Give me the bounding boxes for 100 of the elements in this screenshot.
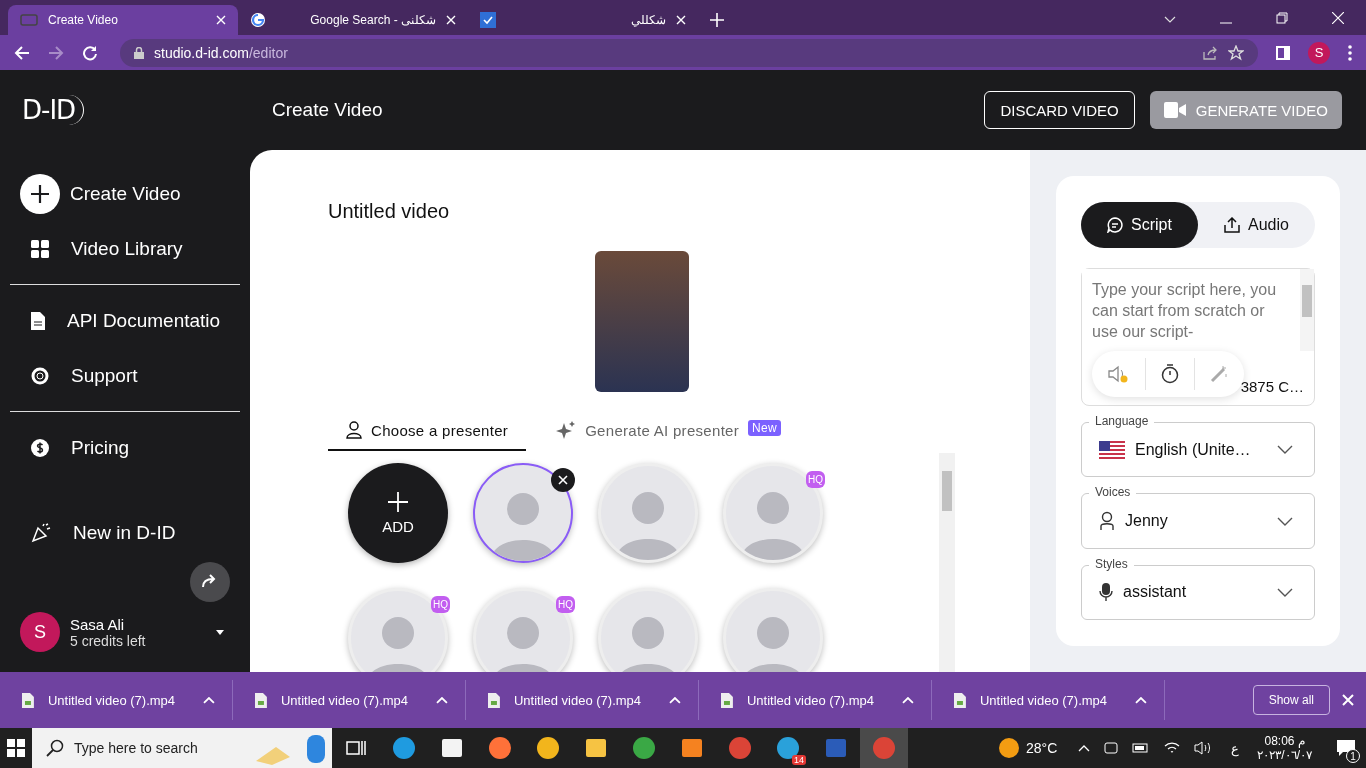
tab-search-icon[interactable] bbox=[1164, 16, 1176, 24]
app-icon[interactable] bbox=[680, 736, 704, 760]
clock[interactable]: 08:06 م ٢٠٢٣/٠٦/٠٧ bbox=[1257, 734, 1312, 762]
sidebar-item[interactable]: Create Video bbox=[20, 166, 230, 221]
share-button[interactable] bbox=[190, 562, 230, 602]
select-field[interactable]: Voices Jenny bbox=[1081, 485, 1315, 549]
lock-icon bbox=[134, 46, 144, 59]
person-icon bbox=[346, 421, 362, 439]
unread-badge: 14 bbox=[792, 755, 806, 765]
scrollbar[interactable] bbox=[939, 453, 955, 672]
chevron-down-icon bbox=[1277, 445, 1293, 455]
download-item[interactable]: Untitled video (7).mp4 bbox=[932, 680, 1165, 720]
logo[interactable]: D-ID bbox=[22, 95, 85, 125]
battery-icon[interactable] bbox=[1132, 742, 1151, 754]
discard-video-button[interactable]: DISCARD VIDEO bbox=[984, 91, 1135, 129]
wifi-icon[interactable] bbox=[1164, 741, 1181, 755]
browser-tab[interactable]: Create Video bbox=[8, 5, 238, 35]
video-file-icon bbox=[954, 692, 966, 708]
taskbar-search-field[interactable]: Type here to search bbox=[32, 728, 332, 768]
download-item[interactable]: Untitled video (7).mp4 bbox=[466, 680, 699, 720]
party-popper-icon bbox=[31, 522, 51, 543]
star-icon[interactable] bbox=[1228, 44, 1244, 61]
sidebar-item[interactable]: Support bbox=[20, 348, 230, 403]
speaker-icon[interactable] bbox=[1108, 365, 1130, 383]
chevron-down-icon bbox=[1277, 587, 1293, 597]
sidebar-item[interactable]: Video Library bbox=[20, 221, 230, 276]
add-presenter-button[interactable]: ADD bbox=[348, 463, 448, 563]
chevron-up-icon[interactable] bbox=[203, 696, 215, 704]
app-icon[interactable] bbox=[488, 736, 512, 760]
task-view-icon[interactable] bbox=[346, 739, 366, 757]
tab-title: Google Search - شكلنى bbox=[309, 13, 436, 27]
chevron-up-icon[interactable] bbox=[1135, 696, 1147, 704]
chevron-up-icon[interactable] bbox=[436, 696, 448, 704]
video-file-icon bbox=[255, 692, 267, 708]
script-field[interactable]: Type your script here, you can start from scratch or use our script- 3875 C… bbox=[1081, 268, 1315, 407]
share-icon[interactable] bbox=[1202, 44, 1218, 61]
sparkle-icon bbox=[556, 420, 577, 440]
download-item[interactable]: Untitled video (7).mp4 bbox=[233, 680, 466, 720]
timer-icon[interactable] bbox=[1161, 364, 1179, 384]
presenter-tab[interactable]: Choose a presenter bbox=[328, 420, 527, 451]
page-title: Create Video bbox=[272, 99, 383, 121]
caret-icon[interactable] bbox=[216, 629, 224, 635]
weather-sun-icon[interactable] bbox=[999, 738, 1020, 758]
show-all-button[interactable]: Show all bbox=[1252, 685, 1330, 715]
keyboard-language[interactable]: ع bbox=[1231, 740, 1240, 756]
search-icon bbox=[46, 739, 64, 757]
temperature-text[interactable]: 28°C bbox=[1026, 740, 1058, 756]
download-item[interactable]: Untitled video (7).mp4 bbox=[699, 680, 932, 720]
upload-icon bbox=[1224, 217, 1241, 233]
windows-start-icon[interactable] bbox=[7, 739, 25, 757]
chevron-up-icon[interactable] bbox=[902, 696, 914, 704]
mode-tab[interactable]: Audio bbox=[1198, 202, 1315, 248]
reload-icon[interactable] bbox=[82, 44, 98, 61]
browser-tab[interactable]: Google Search - شكلنى bbox=[238, 5, 468, 35]
plus-icon bbox=[388, 491, 408, 512]
select-field[interactable]: Styles assistant bbox=[1081, 556, 1315, 620]
new-tab-icon[interactable] bbox=[710, 13, 724, 27]
browser-tab[interactable]: شكللي bbox=[468, 5, 698, 35]
sidebar-item[interactable]: New in D-ID bbox=[20, 505, 230, 560]
profile-avatar[interactable]: S bbox=[1308, 41, 1330, 64]
chevron-up-icon[interactable] bbox=[1078, 744, 1091, 752]
download-item[interactable]: Untitled video (7).mp4 bbox=[0, 680, 233, 720]
chevron-up-icon[interactable] bbox=[669, 696, 681, 704]
microphone-icon bbox=[1099, 582, 1113, 603]
character-count: 3875 C… bbox=[1240, 378, 1304, 396]
hq-badge: HQ bbox=[806, 471, 825, 488]
remove-icon[interactable] bbox=[551, 468, 575, 492]
taskbar-button[interactable]: 14 bbox=[764, 728, 812, 768]
volume-icon[interactable] bbox=[1194, 741, 1213, 755]
restore-icon[interactable] bbox=[1276, 12, 1288, 24]
close-icon[interactable] bbox=[446, 15, 456, 25]
close-icon[interactable] bbox=[676, 15, 686, 25]
app-icon[interactable] bbox=[440, 736, 464, 760]
back-icon[interactable] bbox=[14, 44, 30, 61]
address-bar[interactable]: studio.d-id.com/editor bbox=[120, 38, 1258, 67]
field-label: Styles bbox=[1089, 556, 1134, 572]
video-title[interactable]: Untitled video bbox=[328, 200, 955, 223]
google-icon bbox=[250, 12, 266, 28]
close-icon[interactable] bbox=[1332, 12, 1344, 24]
url-text: studio.d-id.com/editor bbox=[154, 44, 288, 61]
close-icon[interactable] bbox=[1342, 694, 1354, 706]
camera-icon[interactable] bbox=[1104, 740, 1119, 756]
forward-icon[interactable] bbox=[48, 44, 64, 61]
app-icon[interactable] bbox=[536, 736, 560, 760]
chevron-down-icon bbox=[1277, 516, 1293, 526]
app-icon[interactable] bbox=[584, 736, 608, 760]
sidebar-item[interactable]: Pricing bbox=[20, 420, 230, 475]
grid-icon bbox=[31, 239, 49, 258]
presenter-tab[interactable]: Generate AI presenter New bbox=[556, 420, 799, 451]
scrollbar[interactable] bbox=[1300, 269, 1314, 351]
presenter-avatar[interactable] bbox=[473, 463, 573, 563]
side-panel-icon[interactable] bbox=[1276, 45, 1290, 60]
hq-badge: HQ bbox=[556, 596, 575, 613]
user-avatar[interactable]: S bbox=[20, 612, 60, 652]
close-icon[interactable] bbox=[216, 15, 226, 25]
select-field[interactable]: Language English (Unite… bbox=[1081, 414, 1315, 478]
sidebar-item[interactable]: API Documentatio bbox=[20, 293, 230, 348]
mode-tab[interactable]: Script bbox=[1081, 202, 1198, 248]
menu-icon[interactable] bbox=[1348, 44, 1352, 61]
field-label: Language bbox=[1089, 414, 1155, 430]
